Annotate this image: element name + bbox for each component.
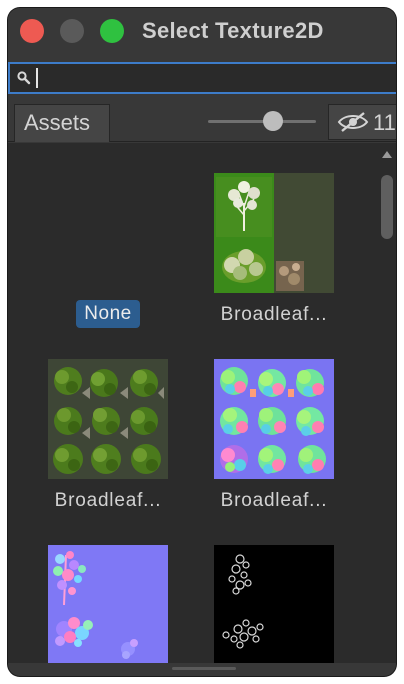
eye-slash-icon — [337, 112, 369, 132]
asset-item-none[interactable]: None — [76, 300, 140, 328]
slider-handle[interactable] — [262, 111, 283, 131]
close-button[interactable] — [20, 19, 44, 43]
resize-handle[interactable] — [172, 667, 236, 670]
asset-grid: None Broadleaf... Broadleaf... Broadleaf… — [8, 143, 378, 663]
asset-thumbnail-broadleaf-4[interactable] — [48, 545, 168, 663]
zoom-button[interactable] — [100, 19, 124, 43]
scrollbar-thumb[interactable] — [381, 175, 393, 239]
texture-picker-window: Select Texture2D Assets 11 None Broadlea… — [8, 8, 396, 676]
asset-thumbnail-broadleaf-3[interactable] — [214, 359, 334, 479]
window-title: Select Texture2D — [142, 18, 324, 43]
title-bar[interactable]: Select Texture2D — [8, 8, 396, 54]
asset-label: Broadleaf... — [220, 304, 328, 325]
asset-label: Broadleaf... — [220, 490, 328, 511]
asset-label: Broadleaf... — [54, 490, 162, 511]
tab-assets[interactable]: Assets — [14, 104, 110, 142]
search-icon — [17, 71, 31, 85]
search-input[interactable] — [8, 62, 396, 94]
hidden-packages-button[interactable]: 11 — [328, 104, 396, 140]
asset-thumbnail-broadleaf-2[interactable] — [48, 359, 168, 479]
asset-thumbnail-broadleaf-1[interactable] — [214, 173, 334, 293]
text-caret — [36, 68, 38, 88]
scroll-up-arrow-icon[interactable] — [382, 151, 392, 158]
asset-thumbnail-broadleaf-5[interactable] — [214, 545, 334, 663]
hidden-count: 11 — [373, 110, 396, 135]
vertical-scrollbar[interactable] — [378, 143, 396, 663]
toolbar: Assets 11 — [8, 100, 396, 142]
minimize-button[interactable] — [60, 19, 84, 43]
